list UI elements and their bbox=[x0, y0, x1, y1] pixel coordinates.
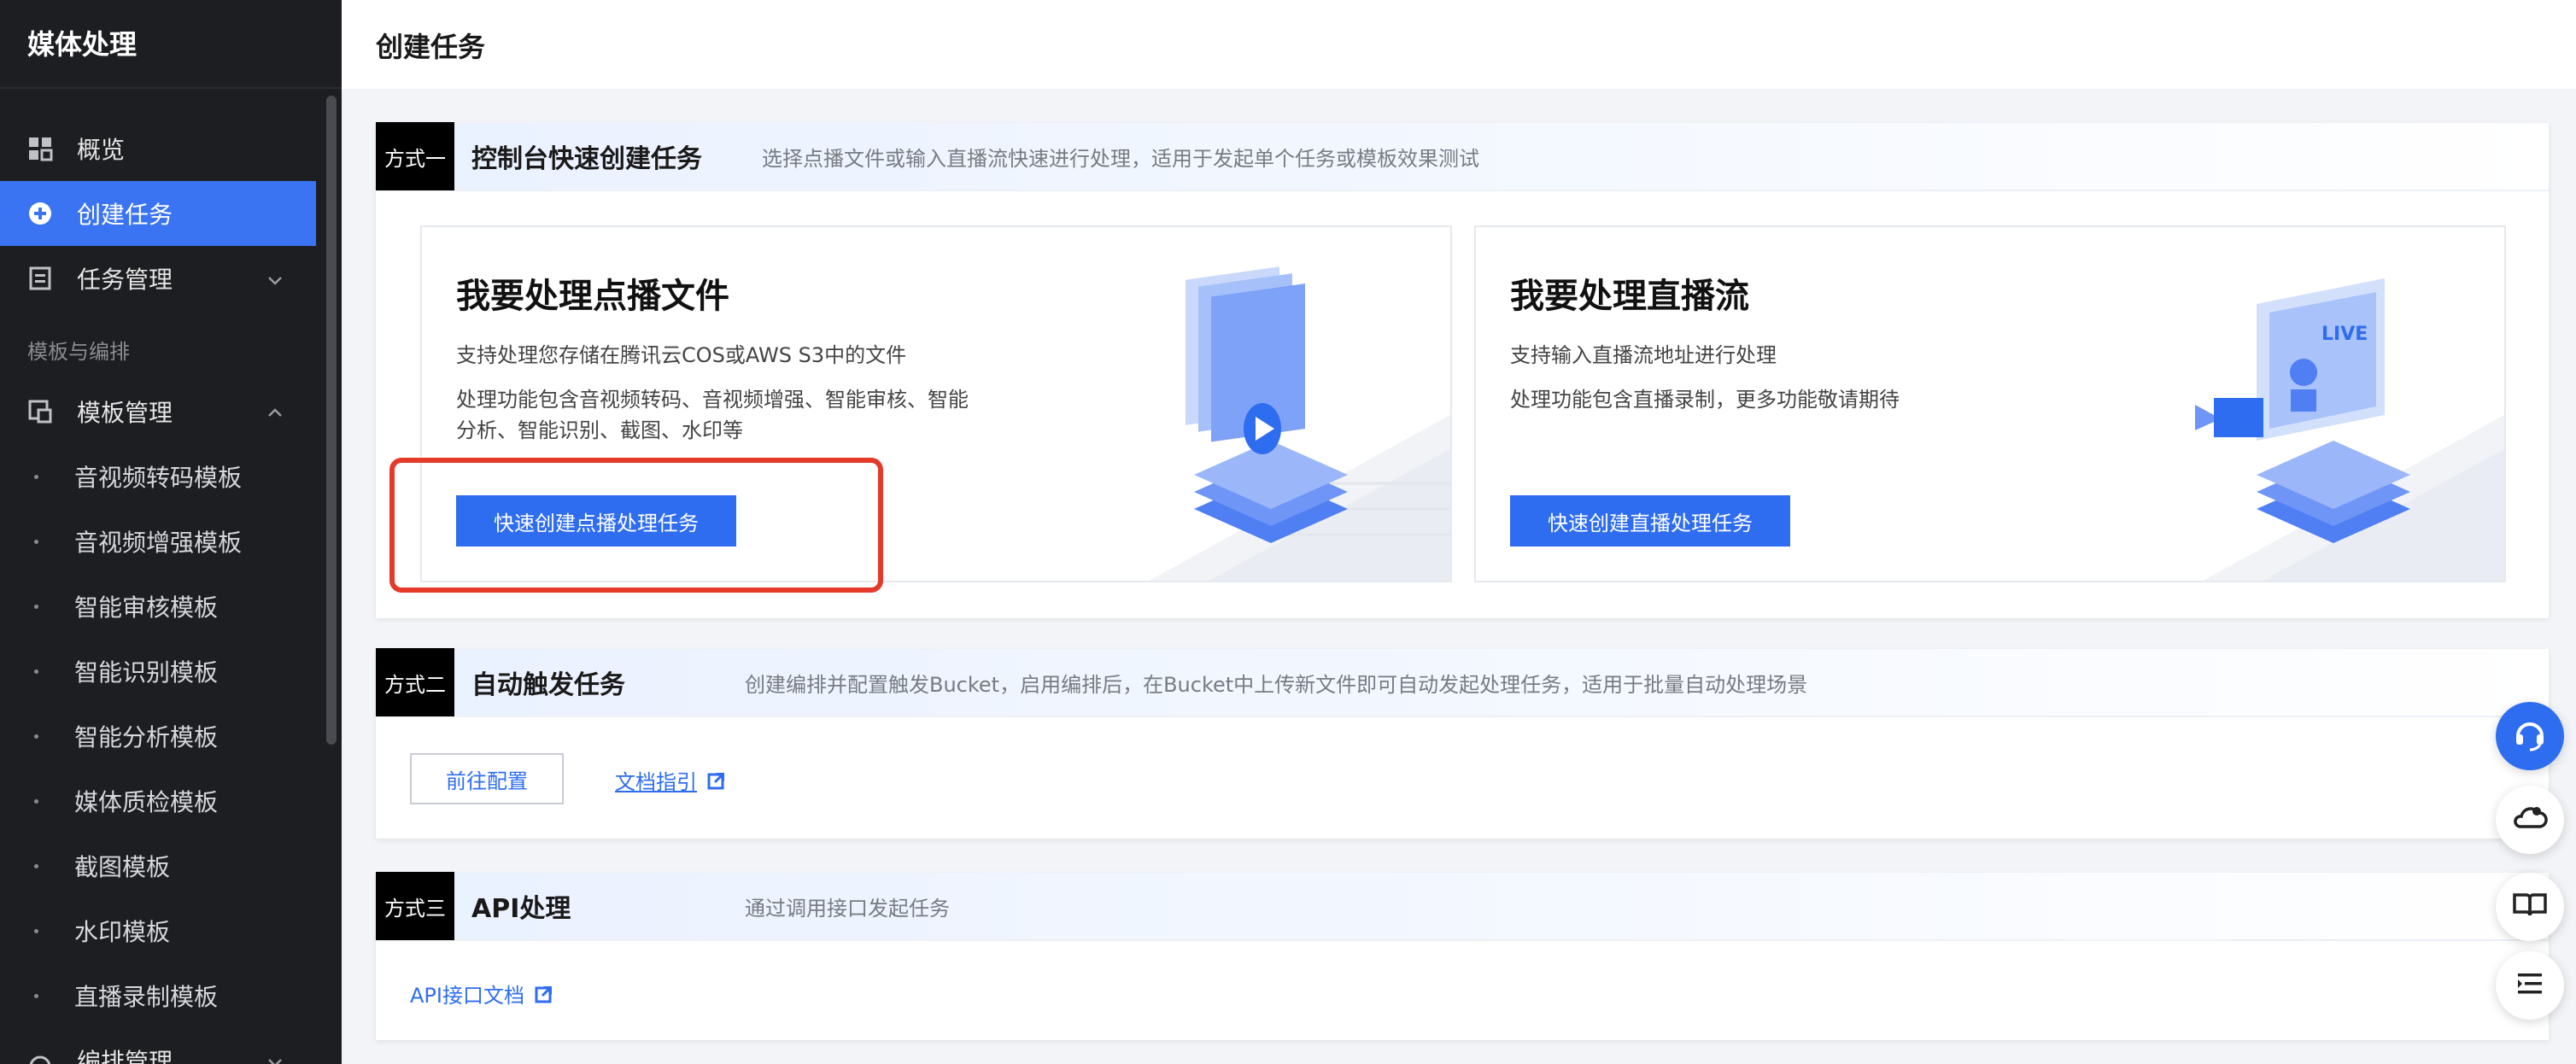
live-card: 我要处理直播流 支持输入直播流地址进行处理 处理功能包含直播录制，更多功能敬请期… bbox=[1474, 225, 2506, 582]
sidebar-subitem-label: 截图模板 bbox=[74, 853, 171, 881]
sidebar-scrollbar[interactable] bbox=[326, 96, 337, 745]
book-icon bbox=[2511, 886, 2549, 927]
sidebar-subitem-label: 智能审核模板 bbox=[74, 593, 219, 622]
method2-header: 方式二 自动触发任务 创建编排并配置触发Bucket，启用编排后，在Bucket… bbox=[376, 648, 2549, 717]
orchestration-icon bbox=[27, 1048, 53, 1064]
bullet-dot bbox=[34, 928, 38, 933]
headset-icon bbox=[2511, 716, 2549, 757]
docs-button[interactable] bbox=[2496, 873, 2564, 941]
sidebar-group-label: 模板与编排 bbox=[27, 340, 130, 364]
sidebar-subitem-label: 媒体质检模板 bbox=[74, 788, 219, 816]
method2-tag: 方式二 bbox=[376, 648, 454, 716]
chevron-down-icon bbox=[265, 1050, 285, 1064]
sidebar-subitem-review-template[interactable]: 智能审核模板 bbox=[0, 574, 316, 639]
bullet-dot bbox=[34, 539, 38, 544]
vod-illustration bbox=[1074, 227, 1450, 581]
sidebar-subitem-label: 智能分析模板 bbox=[74, 723, 219, 751]
chevron-up-icon bbox=[265, 401, 285, 422]
method1-title: 控制台快速创建任务 bbox=[471, 144, 702, 174]
method2-desc: 创建编排并配置触发Bucket，启用编排后，在Bucket中上传新文件即可自动发… bbox=[745, 672, 1808, 697]
method1-header: 方式一 控制台快速创建任务 选择点播文件或输入直播流快速进行处理，适用于发起单个… bbox=[376, 122, 2549, 191]
highlight-box bbox=[389, 458, 883, 593]
live-card-line1: 支持输入直播流地址进行处理 bbox=[1510, 343, 1777, 367]
sidebar-subitem-label: 音视频转码模板 bbox=[74, 464, 243, 492]
api-doc-link[interactable]: API接口文档 bbox=[410, 979, 553, 1008]
sidebar: 媒体处理 概览 创建任务 任务管理 模板与编排 模板管理 音视频转码模板 音视频… bbox=[0, 0, 342, 1064]
method3-desc: 通过调用接口发起任务 bbox=[745, 896, 950, 921]
sidebar-subitem-label: 水印模板 bbox=[74, 918, 171, 946]
menu-button[interactable] bbox=[2496, 951, 2564, 1020]
cloud-button[interactable] bbox=[2496, 786, 2564, 854]
doc-guide-link[interactable]: 文档指引 bbox=[615, 765, 726, 795]
app-title: 媒体处理 bbox=[0, 0, 342, 89]
sidebar-subitem-label: 直播录制模板 bbox=[74, 983, 219, 1011]
sidebar-item-template-management[interactable]: 模板管理 bbox=[0, 379, 316, 444]
list-doc-icon bbox=[27, 266, 53, 291]
cloud-icon bbox=[2511, 799, 2549, 840]
bullet-dot bbox=[34, 604, 38, 609]
external-link-icon bbox=[535, 985, 553, 1003]
method3-tag: 方式三 bbox=[376, 872, 454, 940]
sidebar-item-label: 编排管理 bbox=[77, 1048, 173, 1064]
bullet-dot bbox=[34, 798, 38, 804]
template-icon bbox=[27, 399, 53, 424]
page-title: 创建任务 bbox=[376, 31, 486, 63]
create-live-task-button[interactable]: 快速创建直播处理任务 bbox=[1510, 495, 1790, 547]
method1-desc: 选择点播文件或输入直播流快速进行处理，适用于发起单个任务或模板效果测试 bbox=[762, 146, 1479, 171]
plus-circle-icon bbox=[27, 201, 53, 226]
vod-card-line1: 支持处理您存储在腾讯云COS或AWS S3中的文件 bbox=[456, 343, 907, 367]
api-doc-link-text: API接口文档 bbox=[410, 984, 524, 1008]
method3-title: API处理 bbox=[471, 894, 571, 924]
vod-card-line2: 处理功能包含音视频转码、音视频增强、智能审核、智能分析、智能识别、截图、水印等 bbox=[456, 388, 969, 442]
sidebar-subitem-recognition-template[interactable]: 智能识别模板 bbox=[0, 639, 316, 704]
live-card-title: 我要处理直播流 bbox=[1510, 277, 1749, 316]
live-card-line2: 处理功能包含直播录制，更多功能敬请期待 bbox=[1510, 388, 1900, 412]
sidebar-subitem-live-record-template[interactable]: 直播录制模板 bbox=[0, 963, 316, 1028]
sidebar-subitem-quality-template[interactable]: 媒体质检模板 bbox=[0, 769, 316, 833]
bullet-dot bbox=[34, 863, 38, 868]
doc-guide-link-text: 文档指引 bbox=[615, 770, 697, 794]
chevron-down-icon bbox=[265, 268, 285, 289]
bullet-dot bbox=[34, 474, 38, 479]
sidebar-item-label: 模板管理 bbox=[77, 399, 173, 427]
sidebar-item-label: 概览 bbox=[77, 136, 126, 164]
method1-tag: 方式一 bbox=[376, 122, 454, 190]
sidebar-item-create-task[interactable]: 创建任务 bbox=[0, 181, 316, 246]
sidebar-subitem-watermark-template[interactable]: 水印模板 bbox=[0, 898, 316, 963]
support-button[interactable] bbox=[2496, 702, 2564, 770]
sidebar-subitem-label: 智能识别模板 bbox=[74, 658, 219, 687]
sidebar-subitem-enhance-template[interactable]: 音视频增强模板 bbox=[0, 509, 316, 574]
vod-card-title: 我要处理点播文件 bbox=[456, 277, 729, 316]
bullet-dot bbox=[34, 669, 38, 674]
sidebar-subitem-snapshot-template[interactable]: 截图模板 bbox=[0, 833, 316, 898]
bullet-dot bbox=[34, 993, 38, 998]
bullet-dot bbox=[34, 734, 38, 739]
grid-icon bbox=[27, 136, 53, 161]
live-art-text: LIVE bbox=[2321, 324, 2368, 345]
sidebar-item-orchestration[interactable]: 编排管理 bbox=[0, 1028, 316, 1064]
sidebar-subitem-label: 音视频增强模板 bbox=[74, 529, 243, 557]
method3-panel: 方式三 API处理 通过调用接口发起任务 bbox=[376, 872, 2549, 1040]
sidebar-subitem-analysis-template[interactable]: 智能分析模板 bbox=[0, 704, 316, 769]
page-header: 创建任务 bbox=[342, 0, 2576, 89]
method2-panel: 方式二 自动触发任务 创建编排并配置触发Bucket，启用编排后，在Bucket… bbox=[376, 648, 2549, 839]
external-link-icon bbox=[707, 771, 726, 790]
sidebar-item-label: 创建任务 bbox=[77, 201, 173, 229]
list-icon bbox=[2513, 967, 2547, 1004]
sidebar-item-overview[interactable]: 概览 bbox=[0, 116, 316, 181]
sidebar-item-label: 任务管理 bbox=[77, 266, 173, 294]
live-illustration: LIVE bbox=[2128, 227, 2504, 581]
sidebar-subitem-transcode-template[interactable]: 音视频转码模板 bbox=[0, 444, 316, 509]
go-configure-button[interactable]: 前往配置 bbox=[410, 753, 564, 804]
method2-title: 自动触发任务 bbox=[471, 670, 625, 700]
method3-header: 方式三 API处理 通过调用接口发起任务 bbox=[376, 872, 2549, 941]
sidebar-item-task-management[interactable]: 任务管理 bbox=[0, 246, 316, 311]
